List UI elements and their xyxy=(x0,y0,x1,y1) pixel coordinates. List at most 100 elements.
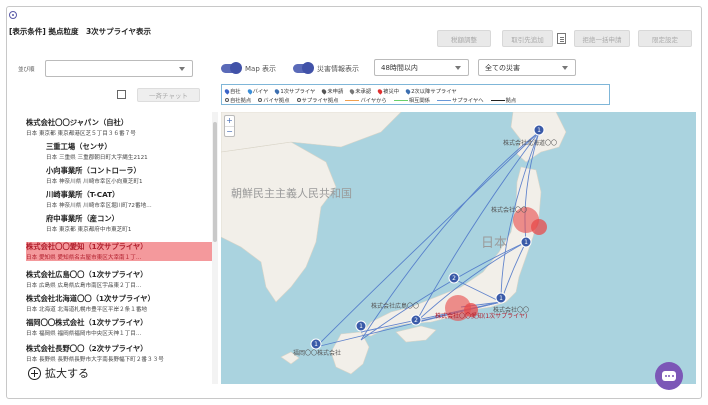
map-zoom-out-button[interactable]: − xyxy=(225,126,234,136)
line-icon xyxy=(393,99,408,101)
legend-item: 未申請 xyxy=(321,87,343,95)
legend-item: 相互関係 xyxy=(393,96,430,104)
company-address: 日本 神奈川県 川崎市幸区小向東芝町1 xyxy=(46,179,143,185)
legend-item: 被災中 xyxy=(376,87,399,95)
expand-button[interactable]: 拡大する xyxy=(26,365,91,381)
marker-count: 1 xyxy=(537,127,541,134)
company-address: 日本 福岡県 福岡県福岡市中央区天神１丁目… xyxy=(26,331,142,337)
company-name: 三重工場（センサ） xyxy=(46,142,112,151)
toolbar-button-1[interactable]: 税額調整 xyxy=(437,30,491,47)
legend-item: 未承認 xyxy=(349,87,371,95)
circle-icon xyxy=(296,98,301,102)
company-address: 日本 愛知県 愛知県名古屋市東区大幸南１丁… xyxy=(26,255,142,261)
location-icon[interactable] xyxy=(9,11,17,19)
company-name: 川崎事業所（T-CAT） xyxy=(46,190,120,199)
list-item[interactable]: 川崎事業所（T-CAT） 日本 神奈川県 川崎市幸区堀川町72番地… xyxy=(46,190,212,209)
line-icon xyxy=(490,99,505,101)
marker-count: 1 xyxy=(524,239,528,246)
marker-count: 1 xyxy=(359,323,363,330)
land-korea xyxy=(221,141,337,303)
document-icon[interactable] xyxy=(557,33,566,44)
map-zoom-control: + − xyxy=(224,115,235,137)
toolbar-button-4[interactable]: 限定設定 xyxy=(638,30,692,47)
list-item[interactable]: 三重工場（センサ） 日本 三重県 三重郡朝日町大字縄生2121 xyxy=(46,142,212,161)
land-mainland xyxy=(221,112,402,153)
list-item[interactable]: 株式会社広島〇〇（1次サプライヤ） 日本 広島県 広島県広島市南区宇品東２丁目… xyxy=(26,270,212,289)
group-chat-button[interactable]: 一斉チャット xyxy=(137,88,200,102)
legend-item: バイヤ xyxy=(246,87,268,95)
sort-select[interactable] xyxy=(45,60,193,77)
select-all-checkbox[interactable] xyxy=(117,90,126,99)
list-item[interactable]: 株式会社〇〇愛知（1次サプライヤ） 日本 愛知県 愛知県名古屋市東区大幸南１丁… xyxy=(26,242,212,261)
list-scrollbar[interactable] xyxy=(212,112,218,384)
chevron-down-icon xyxy=(179,67,185,71)
map-label-japan: 日本 xyxy=(481,236,507,251)
company-address: 日本 三重県 三重郡朝日町大字縄生2121 xyxy=(46,155,148,161)
map-zoom-in-button[interactable]: + xyxy=(225,116,234,126)
legend-item: バイヤ拠点 xyxy=(258,96,290,104)
list-item[interactable]: 株式会社長野〇〇（2次サプライヤ） 日本 長野県 長野県長野市大字南長野幅下町２番… xyxy=(26,344,212,363)
map-label-aichi: 株式会社〇〇愛知(1次サプライヤ) xyxy=(435,312,527,320)
company-name: 株式会社広島〇〇（1次サプライヤ） xyxy=(26,270,148,279)
map-label-hokkaido: 株式会社北海道〇〇 xyxy=(503,139,557,147)
legend-item: サプライヤへ xyxy=(436,96,484,104)
marker-count: 1 xyxy=(314,341,318,348)
company-name: 株式会社長野〇〇（2次サプライヤ） xyxy=(26,344,148,353)
legend-row-lines: 自社拠点 バイヤ拠点 サプライヤ拠点 バイヤから 相互関係 サプライヤへ 拠点 xyxy=(225,96,516,104)
legend-item: バイヤから xyxy=(345,96,387,104)
company-address: 日本 長野県 長野県長野市大字南長野幅下町２番３３号 xyxy=(26,357,164,363)
list-item[interactable]: 小向事業所（コントローラ） 日本 神奈川県 川崎市幸区小向東芝町1 xyxy=(46,166,212,185)
company-address: 日本 北海道 北海道札幌市豊平区平岸２条１番地 xyxy=(26,307,148,313)
map-display-label: Map 表示 xyxy=(245,65,276,73)
list-item[interactable]: 株式会社〇〇ジャパン（自社） 日本 東京都 東京都港区芝５丁目３６番７号 xyxy=(26,118,212,137)
line-icon xyxy=(436,99,451,101)
map-label-korea: 朝鮮民主主義人民共和国 xyxy=(231,186,352,200)
disaster-info-label: 災害情報表示 xyxy=(317,65,359,73)
list-item[interactable]: 株式会社北海道〇〇（1次サプライヤ） 日本 北海道 北海道札幌市豊平区平岸２条１番… xyxy=(26,294,212,313)
legend-item: 拠点 xyxy=(490,96,516,104)
legend-item: サプライヤ拠点 xyxy=(296,96,338,104)
company-address: 日本 東京都 東京都府中市東芝町1 xyxy=(46,227,132,233)
circle-icon xyxy=(258,98,263,102)
legend-row-markers: 自社 バイヤ 1次サプライヤ 未申請 未承認 被災中 2次以降サプライヤ xyxy=(223,87,457,95)
sort-label: 並び順 xyxy=(18,67,35,73)
map-label-kyushu: 福岡〇〇株式会社 xyxy=(293,349,341,357)
list-item[interactable]: 福岡〇〇株式会社（1次サプライヤ） 日本 福岡県 福岡県福岡市中央区天神１丁目… xyxy=(26,318,212,337)
company-address: 日本 東京都 東京都港区芝５丁目３６番７号 xyxy=(26,131,136,137)
company-name: 株式会社〇〇ジャパン（自社） xyxy=(26,118,129,127)
company-name: 株式会社〇〇愛知（1次サプライヤ） xyxy=(26,242,148,251)
company-name: 株式会社北海道〇〇（1次サプライヤ） xyxy=(26,294,155,303)
chevron-down-icon xyxy=(455,66,461,70)
company-address: 日本 広島県 広島県広島市南区宇品東２丁目… xyxy=(26,283,142,289)
land-shikoku xyxy=(395,325,437,343)
disaster-info-toggle[interactable] xyxy=(293,62,314,74)
map-canvas: 1 2 1 2 1 1 1 朝鮮民主主義人民共和国 日本 株式会社北海道〇〇 株… xyxy=(221,112,567,375)
map-label-sendai: 株式会社〇〇 xyxy=(491,206,527,214)
marker-count: 2 xyxy=(414,317,418,324)
line-icon xyxy=(345,99,360,101)
marker-count: 2 xyxy=(452,275,456,282)
time-range-select[interactable]: 48時間以内 xyxy=(374,59,469,76)
chat-button[interactable] xyxy=(655,362,683,390)
map-display-toggle[interactable] xyxy=(221,62,242,74)
land-hokkaido xyxy=(510,112,567,163)
company-list: 株式会社〇〇ジャパン（自社） 日本 東京都 東京都港区芝５丁目３６番７号 三重工場（… xyxy=(26,112,212,384)
display-condition: [表示条件] 拠点粒度 3次サプライヤ表示 xyxy=(9,27,151,36)
legend-item: 1次サプライヤ xyxy=(274,87,315,95)
disaster-type-select[interactable]: 全ての災害 xyxy=(478,59,576,76)
company-name: 小向事業所（コントローラ） xyxy=(46,166,141,175)
marker-count: 1 xyxy=(499,295,503,302)
map-legend: 自社 バイヤ 1次サプライヤ 未申請 未承認 被災中 2次以降サプライヤ 自社拠点 バイヤ拠点… xyxy=(221,84,610,105)
disaster-zone xyxy=(531,219,547,235)
list-item[interactable]: 府中事業所（産コン） 日本 東京都 東京都府中市東芝町1 xyxy=(46,214,212,233)
chevron-down-icon xyxy=(562,66,568,70)
supplier-map[interactable]: 1 2 1 2 1 1 1 朝鮮民主主義人民共和国 日本 株式会社北海道〇〇 株… xyxy=(221,112,696,384)
legend-item: 自社拠点 xyxy=(225,96,251,104)
legend-item: 2次以降サプライヤ xyxy=(404,87,457,95)
company-name: 福岡〇〇株式会社（1次サプライヤ） xyxy=(26,318,148,327)
toolbar-button-2[interactable]: 取引先追加 xyxy=(502,30,553,47)
toolbar-button-3[interactable]: 拒絶一括申請 xyxy=(574,30,630,47)
map-label-hiroshima: 株式会社広島〇〇 xyxy=(371,302,419,310)
chat-icon xyxy=(662,371,676,381)
company-name: 府中事業所（産コン） xyxy=(46,214,119,223)
